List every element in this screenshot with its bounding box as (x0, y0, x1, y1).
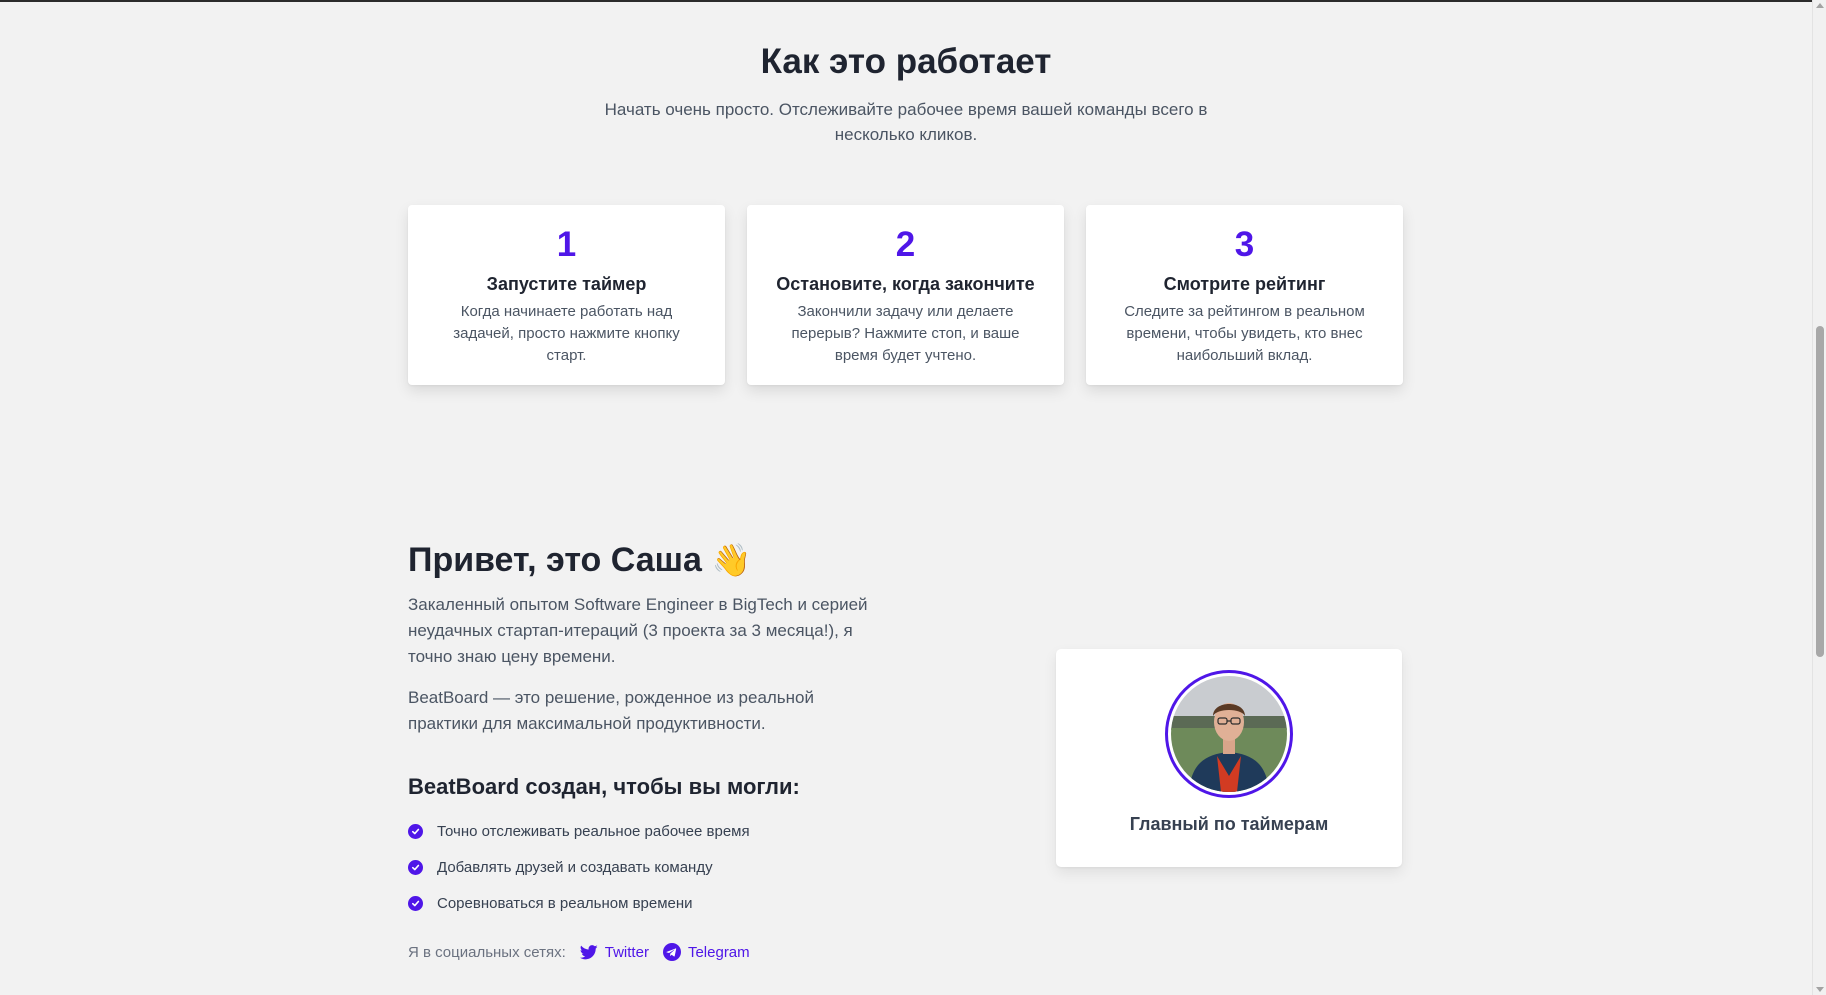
step-title: Запустите таймер (486, 274, 647, 294)
waving-hand-icon: 👋 (711, 542, 752, 578)
list-item-text: Точно отслеживать реальное рабочее время (437, 822, 750, 840)
social-links: Я в социальных сетях: Twitter Telegram (408, 943, 888, 961)
telegram-icon (662, 943, 681, 961)
step-title: Смотрите рейтинг (1163, 274, 1326, 294)
features-title: BeatBoard создан, чтобы вы могли: (408, 774, 800, 799)
list-item: Добавлять друзей и создавать команду (408, 849, 888, 885)
step-title: Остановите, когда закончите (776, 274, 1035, 294)
list-item-text: Соревноваться в реальном времени (437, 894, 693, 912)
step-card-3: 3 Смотрите рейтинг Следите за рейтингом … (1086, 205, 1403, 385)
about-section: Привет, это Саша 👋 Закаленный опытом Sof… (408, 536, 888, 961)
telegram-label: Telegram (687, 943, 750, 961)
list-item: Соревноваться в реальном времени (408, 885, 888, 921)
telegram-link[interactable]: Telegram (662, 943, 750, 961)
scroll-down-arrow-icon[interactable] (1816, 987, 1824, 992)
twitter-label: Twitter (604, 943, 649, 961)
check-icon (408, 895, 423, 911)
step-text: Когда начинаете работать над задачей, пр… (453, 303, 680, 364)
check-icon (408, 859, 423, 875)
twitter-icon (579, 944, 598, 959)
profile-caption: Главный по таймерам (1129, 814, 1329, 834)
how-it-works-title: Как это работает (760, 42, 1052, 81)
page: Как это работает Начать очень просто. От… (0, 0, 1812, 995)
step-card-2: 2 Остановите, когда закончите Закончили … (747, 205, 1064, 385)
features-list: Точно отслеживать реальное рабочее время… (408, 813, 888, 921)
social-label: Я в социальных сетях: (408, 943, 566, 961)
list-item-text: Добавлять друзей и создавать команду (437, 858, 713, 876)
step-card-1: 1 Запустите таймер Когда начинаете работ… (408, 205, 725, 385)
list-item: Точно отслеживать реальное рабочее время (408, 813, 888, 849)
scrollbar-thumb[interactable] (1816, 326, 1824, 657)
step-text: Следите за рейтингом в реальном времени,… (1124, 303, 1365, 364)
about-paragraph-2: BeatBoard — это решение, рожденное из ре… (408, 688, 815, 733)
step-number: 2 (895, 225, 916, 264)
scrollbar[interactable] (1812, 0, 1826, 995)
about-title-text: Привет, это Саша (408, 541, 702, 579)
avatar-photo (1171, 676, 1287, 792)
steps-row: 1 Запустите таймер Когда начинаете работ… (408, 205, 1403, 385)
profile-card: Главный по таймерам (1056, 649, 1402, 867)
step-number: 1 (556, 225, 577, 264)
avatar (1165, 670, 1293, 798)
twitter-link[interactable]: Twitter (579, 943, 649, 961)
about-paragraph-1: Закаленный опытом Software Engineer в Bi… (408, 595, 868, 666)
scroll-up-arrow-icon[interactable] (1816, 3, 1824, 8)
about-title: Привет, это Саша 👋 (408, 536, 888, 584)
step-text: Закончили задачу или делаете перерыв? На… (791, 303, 1020, 364)
check-icon (408, 823, 423, 839)
step-number: 3 (1234, 225, 1255, 264)
how-it-works-subtitle: Начать очень просто. Отслеживайте рабоче… (604, 100, 1208, 144)
